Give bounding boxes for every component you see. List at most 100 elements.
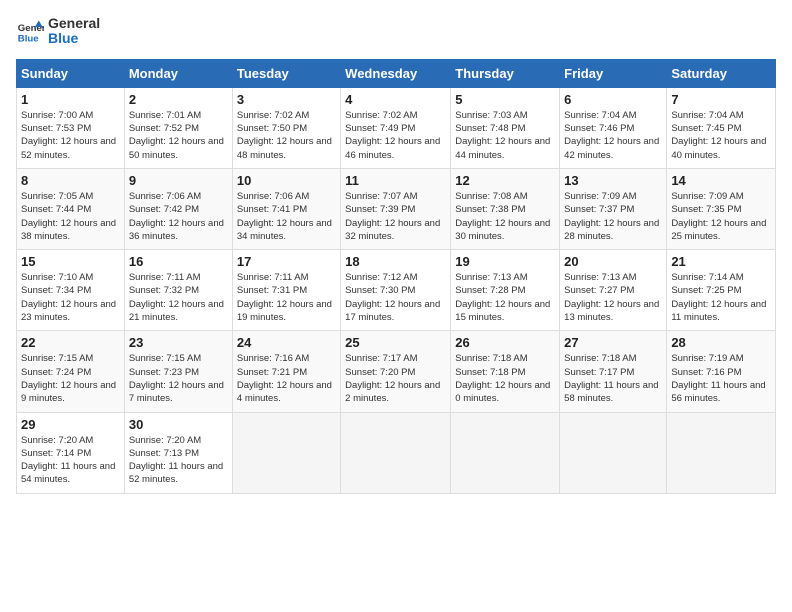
day-info: Sunrise: 7:09 AMSunset: 7:37 PMDaylight:… <box>564 190 662 243</box>
day-number: 9 <box>129 173 228 188</box>
svg-text:Blue: Blue <box>18 34 39 45</box>
day-number: 12 <box>455 173 555 188</box>
calendar-cell: 3Sunrise: 7:02 AMSunset: 7:50 PMDaylight… <box>232 87 340 168</box>
calendar-cell: 24 Sunrise: 7:16 AMSunset: 7:21 PMDayligh… <box>232 331 340 412</box>
day-number: 2 <box>129 92 228 107</box>
day-info: Sunrise: 7:10 AMSunset: 7:34 PMDaylight:… <box>21 271 120 324</box>
day-info: Sunrise: 7:12 AMSunset: 7:30 PMDaylight:… <box>345 271 446 324</box>
day-number: 6 <box>564 92 662 107</box>
header-wednesday: Wednesday <box>341 59 451 87</box>
calendar-cell: 28 Sunrise: 7:19 AMSunset: 7:16 PMDayligh… <box>667 331 776 412</box>
day-info: Sunrise: 7:15 AMSunset: 7:24 PMDaylight:… <box>21 352 120 405</box>
calendar-cell: 17Sunrise: 7:11 AMSunset: 7:31 PMDayligh… <box>232 250 340 331</box>
day-number: 10 <box>237 173 336 188</box>
header-friday: Friday <box>560 59 667 87</box>
calendar-cell: 7 Sunrise: 7:04 AMSunset: 7:45 PMDaylight… <box>667 87 776 168</box>
day-number: 17 <box>237 254 336 269</box>
header-tuesday: Tuesday <box>232 59 340 87</box>
day-number: 26 <box>455 335 555 350</box>
header: General Blue General Blue <box>16 16 776 47</box>
day-info: Sunrise: 7:16 AMSunset: 7:21 PMDaylight:… <box>237 352 336 405</box>
week-row-4: 22 Sunrise: 7:15 AMSunset: 7:24 PMDayligh… <box>17 331 776 412</box>
day-info: Sunrise: 7:19 AMSunset: 7:16 PMDaylight:… <box>671 352 771 405</box>
calendar-cell: 11Sunrise: 7:07 AMSunset: 7:39 PMDayligh… <box>341 168 451 249</box>
calendar-table: SundayMondayTuesdayWednesdayThursdayFrid… <box>16 59 776 494</box>
day-info: Sunrise: 7:05 AMSunset: 7:44 PMDaylight:… <box>21 190 120 243</box>
day-info: Sunrise: 7:06 AMSunset: 7:42 PMDaylight:… <box>129 190 228 243</box>
day-info: Sunrise: 7:15 AMSunset: 7:23 PMDaylight:… <box>129 352 228 405</box>
day-number: 28 <box>671 335 771 350</box>
day-info: Sunrise: 7:20 AMSunset: 7:13 PMDaylight:… <box>129 434 228 487</box>
calendar-cell: 8Sunrise: 7:05 AMSunset: 7:44 PMDaylight… <box>17 168 125 249</box>
day-info: Sunrise: 7:08 AMSunset: 7:38 PMDaylight:… <box>455 190 555 243</box>
day-info: Sunrise: 7:14 AMSunset: 7:25 PMDaylight:… <box>671 271 771 324</box>
day-info: Sunrise: 7:06 AMSunset: 7:41 PMDaylight:… <box>237 190 336 243</box>
calendar-cell: 22 Sunrise: 7:15 AMSunset: 7:24 PMDayligh… <box>17 331 125 412</box>
calendar-cell: 21 Sunrise: 7:14 AMSunset: 7:25 PMDayligh… <box>667 250 776 331</box>
day-number: 15 <box>21 254 120 269</box>
calendar-cell <box>560 412 667 493</box>
calendar-cell: 30 Sunrise: 7:20 AMSunset: 7:13 PMDayligh… <box>124 412 232 493</box>
day-number: 5 <box>455 92 555 107</box>
day-info: Sunrise: 7:11 AMSunset: 7:32 PMDaylight:… <box>129 271 228 324</box>
day-number: 27 <box>564 335 662 350</box>
day-info: Sunrise: 7:09 AMSunset: 7:35 PMDaylight:… <box>671 190 771 243</box>
calendar-cell: 26 Sunrise: 7:18 AMSunset: 7:18 PMDayligh… <box>451 331 560 412</box>
calendar-cell: 14 Sunrise: 7:09 AMSunset: 7:35 PMDayligh… <box>667 168 776 249</box>
calendar-cell <box>341 412 451 493</box>
day-number: 14 <box>671 173 771 188</box>
header-thursday: Thursday <box>451 59 560 87</box>
calendar-cell: 2 Sunrise: 7:01 AMSunset: 7:52 PMDaylight… <box>124 87 232 168</box>
calendar-cell: 10 Sunrise: 7:06 AMSunset: 7:41 PMDayligh… <box>232 168 340 249</box>
day-info: Sunrise: 7:13 AMSunset: 7:28 PMDaylight:… <box>455 271 555 324</box>
day-info: Sunrise: 7:17 AMSunset: 7:20 PMDaylight:… <box>345 352 446 405</box>
day-number: 23 <box>129 335 228 350</box>
day-info: Sunrise: 7:04 AMSunset: 7:45 PMDaylight:… <box>671 109 771 162</box>
day-info: Sunrise: 7:18 AMSunset: 7:18 PMDaylight:… <box>455 352 555 405</box>
day-info: Sunrise: 7:03 AMSunset: 7:48 PMDaylight:… <box>455 109 555 162</box>
day-info: Sunrise: 7:20 AMSunset: 7:14 PMDaylight:… <box>21 434 120 487</box>
calendar-cell: 1Sunrise: 7:00 AMSunset: 7:53 PMDaylight… <box>17 87 125 168</box>
day-number: 30 <box>129 417 228 432</box>
header-sunday: Sunday <box>17 59 125 87</box>
calendar-cell: 23 Sunrise: 7:15 AMSunset: 7:23 PMDayligh… <box>124 331 232 412</box>
header-saturday: Saturday <box>667 59 776 87</box>
day-number: 21 <box>671 254 771 269</box>
day-info: Sunrise: 7:02 AMSunset: 7:50 PMDaylight:… <box>237 109 336 162</box>
logo: General Blue General Blue <box>16 16 100 47</box>
day-number: 16 <box>129 254 228 269</box>
calendar-cell: 15 Sunrise: 7:10 AMSunset: 7:34 PMDayligh… <box>17 250 125 331</box>
day-number: 24 <box>237 335 336 350</box>
day-number: 19 <box>455 254 555 269</box>
header-monday: Monday <box>124 59 232 87</box>
calendar-cell: 12 Sunrise: 7:08 AMSunset: 7:38 PMDayligh… <box>451 168 560 249</box>
day-info: Sunrise: 7:04 AMSunset: 7:46 PMDaylight:… <box>564 109 662 162</box>
day-info: Sunrise: 7:13 AMSunset: 7:27 PMDaylight:… <box>564 271 662 324</box>
calendar-cell: 16 Sunrise: 7:11 AMSunset: 7:32 PMDayligh… <box>124 250 232 331</box>
calendar-cell: 29 Sunrise: 7:20 AMSunset: 7:14 PMDayligh… <box>17 412 125 493</box>
calendar-cell: 20 Sunrise: 7:13 AMSunset: 7:27 PMDayligh… <box>560 250 667 331</box>
week-row-1: 1Sunrise: 7:00 AMSunset: 7:53 PMDaylight… <box>17 87 776 168</box>
calendar-cell: 25 Sunrise: 7:17 AMSunset: 7:20 PMDayligh… <box>341 331 451 412</box>
day-number: 4 <box>345 92 446 107</box>
day-number: 13 <box>564 173 662 188</box>
calendar-cell: 4Sunrise: 7:02 AMSunset: 7:49 PMDaylight… <box>341 87 451 168</box>
calendar-header-row: SundayMondayTuesdayWednesdayThursdayFrid… <box>17 59 776 87</box>
calendar-cell: 6 Sunrise: 7:04 AMSunset: 7:46 PMDaylight… <box>560 87 667 168</box>
day-number: 25 <box>345 335 446 350</box>
day-number: 29 <box>21 417 120 432</box>
day-info: Sunrise: 7:18 AMSunset: 7:17 PMDaylight:… <box>564 352 662 405</box>
calendar-cell <box>451 412 560 493</box>
day-number: 1 <box>21 92 120 107</box>
calendar-cell <box>232 412 340 493</box>
calendar-cell: 13 Sunrise: 7:09 AMSunset: 7:37 PMDayligh… <box>560 168 667 249</box>
day-number: 22 <box>21 335 120 350</box>
week-row-2: 8Sunrise: 7:05 AMSunset: 7:44 PMDaylight… <box>17 168 776 249</box>
day-number: 20 <box>564 254 662 269</box>
calendar-cell: 9 Sunrise: 7:06 AMSunset: 7:42 PMDaylight… <box>124 168 232 249</box>
day-number: 7 <box>671 92 771 107</box>
calendar-cell: 27 Sunrise: 7:18 AMSunset: 7:17 PMDayligh… <box>560 331 667 412</box>
day-number: 18 <box>345 254 446 269</box>
day-info: Sunrise: 7:01 AMSunset: 7:52 PMDaylight:… <box>129 109 228 162</box>
calendar-cell: 18 Sunrise: 7:12 AMSunset: 7:30 PMDayligh… <box>341 250 451 331</box>
